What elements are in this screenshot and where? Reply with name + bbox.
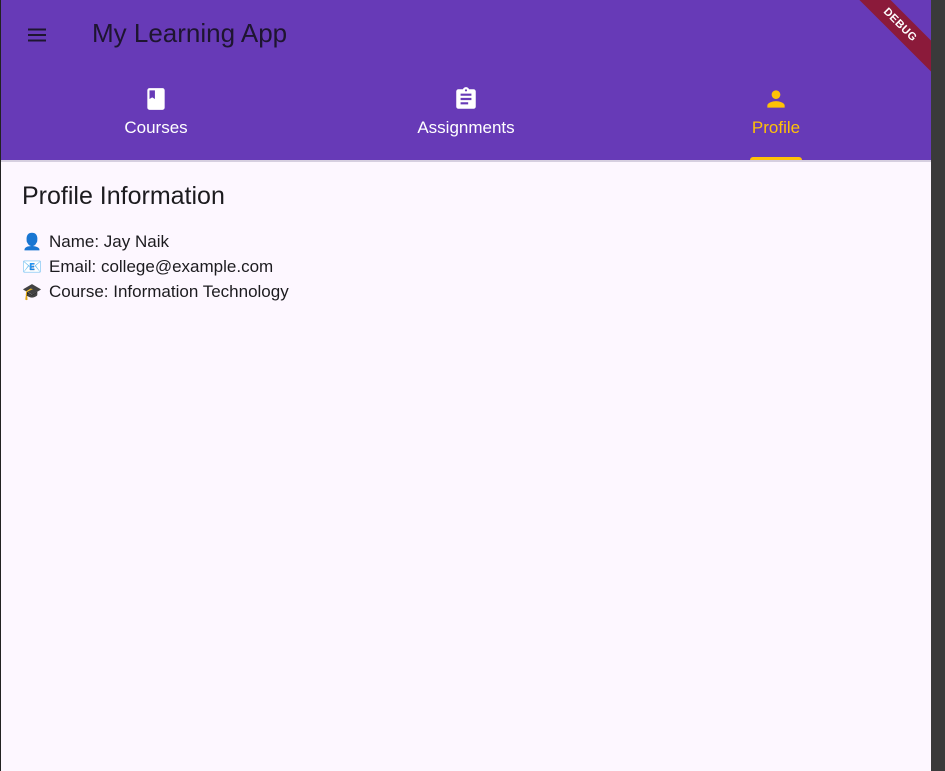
app-title: My Learning App: [92, 18, 288, 48]
window-edge: [931, 0, 945, 771]
tab-courses[interactable]: Courses: [1, 72, 311, 160]
profile-course-text: Course: Information Technology: [49, 282, 289, 301]
profile-name-text: Name: Jay Naik: [49, 232, 169, 251]
graduation-cap-emoji-icon: 🎓: [22, 282, 42, 301]
debug-banner: DEBUG: [846, 0, 931, 79]
assignment-icon: [456, 87, 476, 109]
profile-heading: Profile Information: [22, 182, 225, 210]
profile-name-line: 👤 Name: Jay Naik: [22, 229, 911, 254]
person-icon: [767, 90, 785, 108]
tab-profile[interactable]: Profile: [621, 72, 931, 160]
tab-assignments[interactable]: Assignments: [311, 72, 621, 160]
profile-content: Profile Information 👤 Name: Jay Naik 📧 E…: [22, 182, 911, 304]
profile-email-text: Email: college@example.com: [49, 257, 274, 276]
app-bar: My Learning App Courses Assignments Prof…: [1, 0, 931, 160]
tab-assignments-label: Assignments: [417, 118, 515, 137]
tab-profile-label: Profile: [751, 118, 801, 137]
tab-bar: Courses Assignments Profile: [1, 72, 931, 160]
profile-course-line: 🎓 Course: Information Technology: [22, 279, 911, 304]
divider: [1, 160, 931, 162]
hamburger-menu-icon: [28, 28, 46, 42]
tab-courses-label: Courses: [124, 118, 188, 137]
app-window: My Learning App Courses Assignments Prof…: [0, 0, 931, 771]
email-emoji-icon: 📧: [22, 257, 42, 276]
person-emoji-icon: 👤: [22, 232, 42, 251]
book-icon: [147, 88, 165, 110]
menu-button[interactable]: [15, 14, 59, 56]
profile-email-line: 📧 Email: college@example.com: [22, 254, 911, 279]
